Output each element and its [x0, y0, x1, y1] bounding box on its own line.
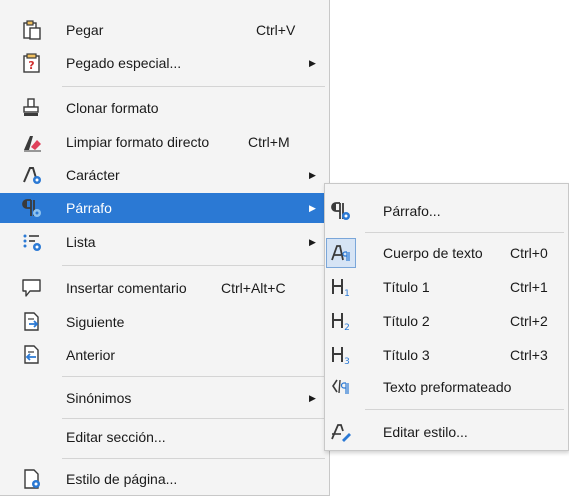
submenu-item-heading-1[interactable]: 1 Título 1 Ctrl+1	[325, 272, 568, 302]
separator	[62, 458, 325, 459]
paste-special-icon: ?	[21, 52, 43, 74]
submenu-item-edit-style[interactable]: Editar estilo...	[325, 417, 568, 447]
menu-item-label: Limpiar formato directo	[66, 134, 210, 150]
submenu-arrow-icon: ▶	[309, 58, 316, 68]
menu-item-character[interactable]: Carácter ▶	[0, 160, 329, 190]
menu-item-label: Anterior	[66, 347, 116, 363]
separator	[62, 265, 325, 266]
paragraph-submenu: Párrafo... Cuerpo de texto Ctrl+0 1 Títu…	[324, 183, 569, 451]
heading-2-icon: 2	[330, 310, 352, 333]
shortcut-label: Ctrl+M	[248, 134, 290, 150]
menu-item-label: Siguiente	[66, 314, 125, 330]
page-style-icon	[21, 468, 43, 490]
submenu-arrow-icon: ▶	[309, 170, 316, 180]
heading-3-icon: 3	[330, 344, 352, 367]
shortcut-label: Ctrl+1	[510, 279, 548, 295]
svg-text:?: ?	[28, 59, 34, 72]
menu-item-label: Insertar comentario	[66, 280, 187, 296]
menu-item-page-style[interactable]: Estilo de página...	[0, 464, 329, 494]
submenu-item-heading-3[interactable]: 3 Título 3 Ctrl+3	[325, 340, 568, 370]
svg-text:1: 1	[344, 289, 350, 298]
menu-item-edit-section[interactable]: Editar sección...	[0, 422, 329, 452]
svg-text:3: 3	[344, 357, 350, 366]
submenu-item-preformatted-text[interactable]: Texto preformateado	[325, 372, 568, 402]
text-body-icon	[330, 242, 352, 264]
menu-item-label: Título 1	[383, 279, 430, 295]
clone-formatting-icon	[21, 97, 43, 119]
menu-item-previous[interactable]: Anterior	[0, 340, 329, 370]
menu-item-label: Pegar	[66, 22, 104, 38]
menu-item-label: Párrafo	[66, 200, 112, 216]
menu-item-label: Carácter	[66, 167, 120, 183]
menu-item-label: Pegado especial...	[66, 55, 182, 71]
next-icon	[21, 311, 43, 333]
separator	[62, 376, 325, 377]
context-menu: Pegar Ctrl+V ? Pegado especial... ▶ Clon…	[0, 0, 330, 496]
menu-item-paste-special[interactable]: ? Pegado especial... ▶	[0, 48, 329, 78]
menu-item-label: Sinónimos	[66, 390, 132, 406]
shortcut-label: Ctrl+3	[510, 347, 548, 363]
menu-item-label: Editar estilo...	[383, 424, 468, 440]
submenu-item-paragraph-dialog[interactable]: Párrafo...	[325, 196, 568, 226]
shortcut-label: Ctrl+2	[510, 313, 548, 329]
submenu-arrow-icon: ▶	[309, 203, 316, 213]
paragraph-icon	[21, 197, 43, 219]
menu-item-label: Párrafo...	[383, 203, 441, 219]
clear-formatting-icon	[21, 131, 43, 153]
list-icon	[21, 231, 43, 253]
shortcut-label: Ctrl+Alt+C	[221, 280, 286, 296]
character-icon	[21, 164, 43, 186]
separator	[62, 418, 325, 419]
menu-item-label: Editar sección...	[66, 429, 166, 445]
menu-item-list[interactable]: Lista ▶	[0, 227, 329, 257]
shortcut-label: Ctrl+V	[256, 22, 296, 38]
separator	[365, 409, 564, 410]
menu-item-label: Cuerpo de texto	[383, 245, 483, 261]
paragraph-dialog-icon	[330, 200, 352, 222]
svg-text:2: 2	[344, 323, 350, 332]
separator	[365, 232, 564, 233]
menu-item-paste[interactable]: Pegar Ctrl+V	[0, 15, 329, 45]
menu-item-clone-formatting[interactable]: Clonar formato	[0, 93, 329, 123]
menu-item-label: Texto preformateado	[383, 379, 512, 395]
submenu-item-text-body[interactable]: Cuerpo de texto Ctrl+0	[325, 238, 568, 268]
submenu-arrow-icon: ▶	[309, 393, 316, 403]
comment-icon	[21, 277, 43, 299]
separator	[62, 86, 325, 87]
menu-item-paragraph[interactable]: Párrafo ▶	[0, 193, 329, 223]
previous-icon	[21, 344, 43, 366]
menu-item-label: Título 3	[383, 347, 430, 363]
submenu-arrow-icon: ▶	[309, 237, 316, 247]
preformatted-text-icon	[330, 376, 352, 398]
menu-item-label: Estilo de página...	[66, 471, 178, 487]
shortcut-label: Ctrl+0	[510, 245, 548, 261]
menu-item-label: Clonar formato	[66, 100, 159, 116]
menu-item-label: Título 2	[383, 313, 430, 329]
menu-item-clear-formatting[interactable]: Limpiar formato directo Ctrl+M	[0, 127, 329, 157]
menu-item-insert-comment[interactable]: Insertar comentario Ctrl+Alt+C	[0, 273, 329, 303]
edit-style-icon	[330, 421, 352, 443]
paste-icon	[21, 19, 43, 41]
heading-1-icon: 1	[330, 276, 352, 299]
menu-item-synonyms[interactable]: Sinónimos ▶	[0, 383, 329, 413]
menu-item-label: Lista	[66, 234, 96, 250]
menu-item-next[interactable]: Siguiente	[0, 307, 329, 337]
submenu-item-heading-2[interactable]: 2 Título 2 Ctrl+2	[325, 306, 568, 336]
